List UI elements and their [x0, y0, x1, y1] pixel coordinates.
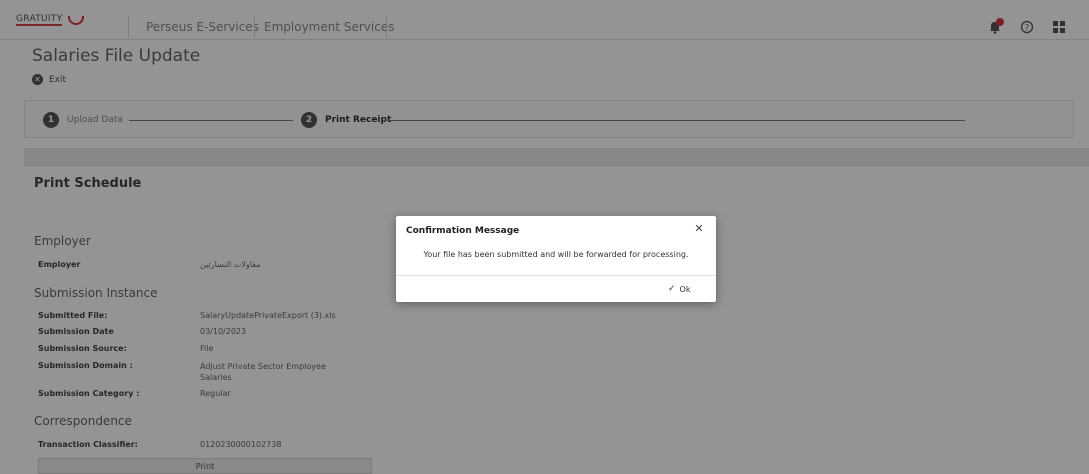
dialog-title: Confirmation Message — [406, 226, 520, 236]
ok-button[interactable]: ✓ Ok — [668, 282, 690, 296]
checkmark-icon: ✓ — [668, 284, 676, 294]
dialog-divider — [396, 275, 716, 276]
dialog-message: Your file has been submitted and will be… — [423, 250, 689, 259]
close-icon[interactable]: ✕ — [692, 222, 706, 236]
ok-label: Ok — [679, 284, 691, 294]
confirmation-dialog: Confirmation Message ✕ Your file has bee… — [396, 216, 716, 302]
